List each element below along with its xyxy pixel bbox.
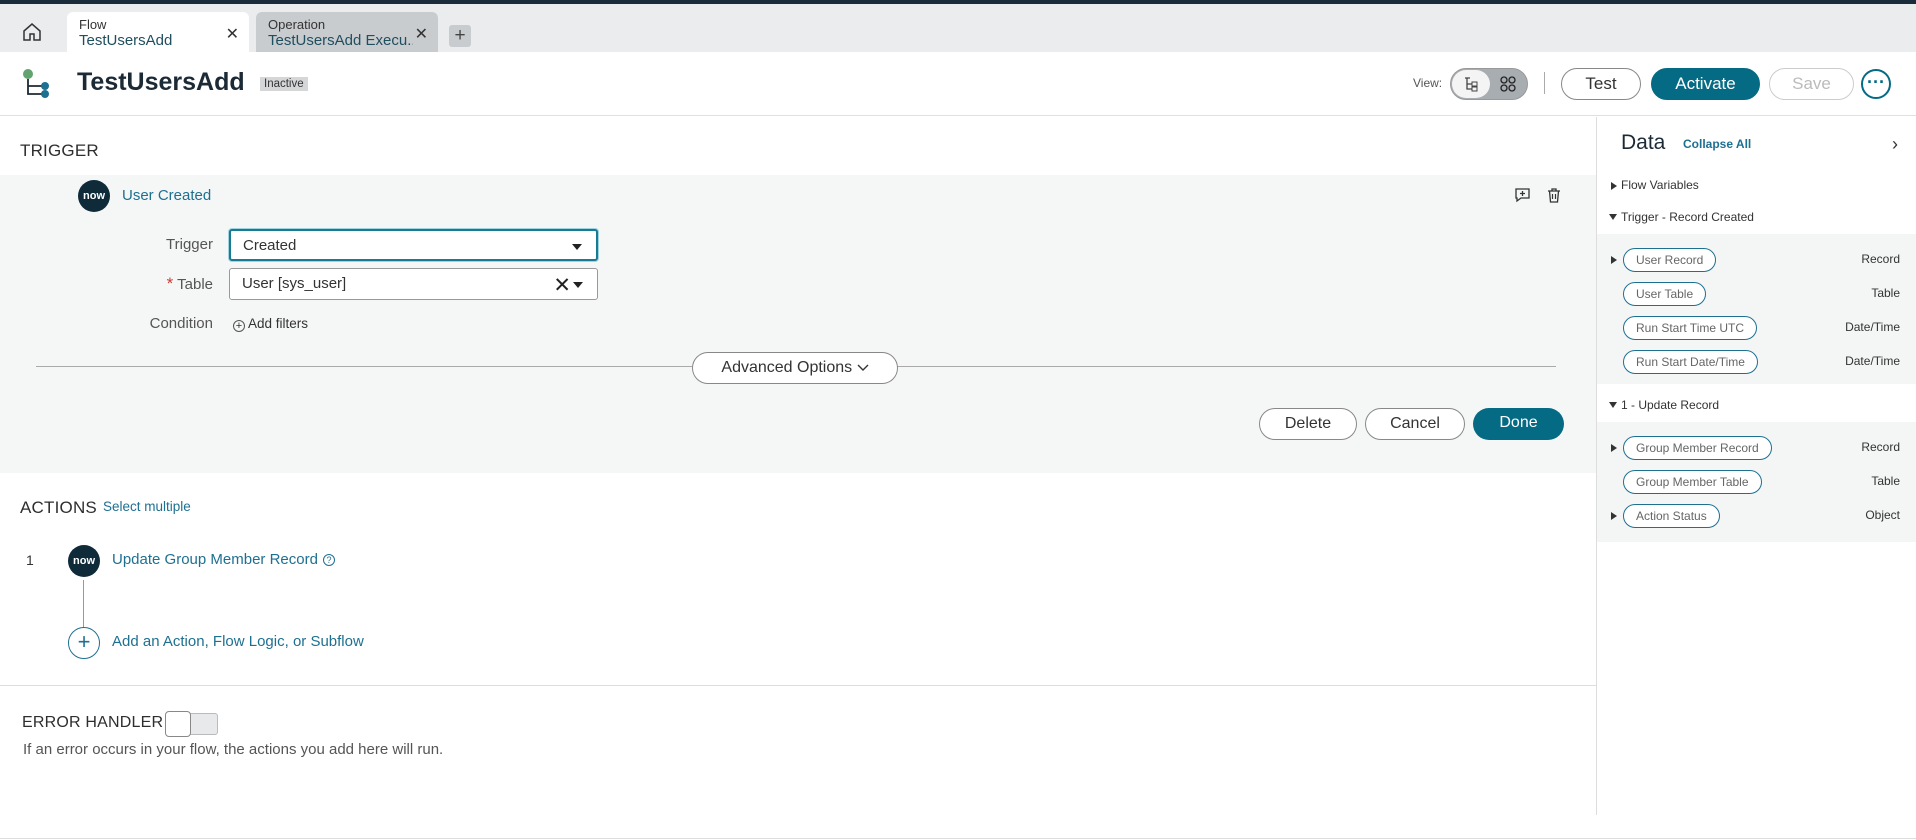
tab-operation[interactable]: Operation TestUsersAdd Execu... ✕ xyxy=(256,12,438,52)
advanced-options-label: Advanced Options xyxy=(721,359,853,376)
data-pill-run-start-datetime[interactable]: Run Start Date/Time xyxy=(1623,350,1758,374)
chevron-right-icon[interactable]: › xyxy=(1892,134,1898,155)
status-badge: Inactive xyxy=(260,77,308,91)
diagram-view-option[interactable] xyxy=(1489,70,1527,98)
data-panel-title: Data xyxy=(1621,131,1666,154)
add-filters-label: Add filters xyxy=(248,316,309,331)
expand-arrow-icon[interactable] xyxy=(1611,444,1617,452)
expand-arrow-icon[interactable] xyxy=(1611,256,1617,264)
plus-icon: + xyxy=(454,25,466,46)
expand-arrow-icon[interactable] xyxy=(1611,512,1617,520)
delete-button[interactable]: Delete xyxy=(1259,408,1357,440)
table-field-label: * Table xyxy=(150,274,213,294)
data-pill-group-member-table[interactable]: Group Member Table xyxy=(1623,470,1762,494)
tab-title: TestUsersAdd Execu... xyxy=(268,32,413,49)
data-type-label: Table xyxy=(1871,474,1900,488)
action-connector-line xyxy=(83,580,84,628)
tab-title: TestUsersAdd xyxy=(79,32,173,49)
toggle-knob xyxy=(165,711,191,737)
table-label-text: Table xyxy=(177,276,213,293)
expand-arrow-icon[interactable] xyxy=(1611,182,1617,190)
data-type-label: Record xyxy=(1861,440,1900,454)
tab-type-label: Flow xyxy=(79,17,107,32)
table-select-value: User [sys_user] xyxy=(242,275,347,292)
new-tab-button[interactable]: + xyxy=(449,25,471,47)
error-handler-title: ERROR HANDLER xyxy=(22,714,164,731)
tab-flow[interactable]: Flow TestUsersAdd ✕ xyxy=(67,12,249,52)
diagram-view-icon xyxy=(1500,76,1516,92)
select-multiple-link[interactable]: Select multiple xyxy=(103,499,191,514)
trigger-select[interactable]: Created xyxy=(229,229,598,261)
data-pill-action-status[interactable]: Action Status xyxy=(1623,504,1720,528)
data-pill-run-start-time-utc[interactable]: Run Start Time UTC xyxy=(1623,316,1758,340)
add-action-link[interactable]: Add an Action, Flow Logic, or Subflow xyxy=(112,633,364,650)
tab-type-label: Operation xyxy=(268,17,326,32)
test-button[interactable]: Test xyxy=(1561,68,1641,100)
view-toggle[interactable] xyxy=(1450,68,1528,100)
home-button[interactable] xyxy=(18,18,46,46)
trigger-data-group[interactable]: Trigger - Record Created xyxy=(1609,210,1754,224)
group-title: 1 - Update Record xyxy=(1621,398,1720,412)
now-logo-icon: now xyxy=(68,545,100,577)
data-type-label: Object xyxy=(1865,508,1900,522)
add-filters-button[interactable]: + Add filters xyxy=(233,316,308,332)
collapse-all-link[interactable]: Collapse All xyxy=(1683,137,1751,151)
save-button[interactable]: Save xyxy=(1769,68,1854,100)
error-handler-toggle[interactable] xyxy=(165,711,218,737)
close-tab-icon[interactable]: ✕ xyxy=(226,24,239,44)
section-divider xyxy=(0,685,1596,686)
add-action-plus-icon[interactable]: + xyxy=(68,627,100,659)
more-icon: ··· xyxy=(1867,72,1885,92)
chevron-down-icon xyxy=(857,364,869,371)
action-name-link[interactable]: Update Group Member Record xyxy=(112,551,318,568)
help-icon[interactable]: ? xyxy=(323,554,335,566)
done-button[interactable]: Done xyxy=(1473,408,1564,440)
chevron-down-icon xyxy=(573,282,583,288)
page-title: TestUsersAdd xyxy=(77,68,245,96)
update-record-group[interactable]: 1 - Update Record xyxy=(1609,398,1719,412)
data-type-label: Date/Time xyxy=(1845,354,1900,368)
now-logo-icon: now xyxy=(78,180,110,212)
flow-icon xyxy=(23,69,49,98)
tab-strip: Flow TestUsersAdd ✕ Operation TestUsersA… xyxy=(0,4,1916,52)
actions-section-title: ACTIONS xyxy=(20,498,97,517)
tree-view-option[interactable] xyxy=(1452,70,1490,98)
home-icon xyxy=(23,23,41,41)
chevron-down-icon xyxy=(572,244,582,250)
more-options-button[interactable]: ··· xyxy=(1861,69,1891,99)
view-label: View: xyxy=(1413,76,1443,90)
flow-header: TestUsersAdd Inactive View: Test Activat… xyxy=(0,52,1916,116)
advanced-options-button[interactable]: Advanced Options xyxy=(692,352,898,384)
data-type-label: Date/Time xyxy=(1845,320,1900,334)
condition-field-label: Condition xyxy=(149,315,213,332)
data-pill-user-table[interactable]: User Table xyxy=(1623,282,1707,306)
add-comment-icon[interactable] xyxy=(1514,187,1531,203)
collapse-arrow-icon xyxy=(1609,214,1617,220)
activate-button[interactable]: Activate xyxy=(1651,68,1760,100)
trigger-field-label: Trigger xyxy=(166,236,213,253)
data-pill-user-record[interactable]: User Record xyxy=(1623,248,1717,272)
trash-icon[interactable] xyxy=(1546,187,1562,204)
error-handler-description: If an error occurs in your flow, the act… xyxy=(23,741,444,758)
plus-circle-icon: + xyxy=(233,320,245,332)
group-title: Trigger - Record Created xyxy=(1621,210,1754,224)
cancel-button[interactable]: Cancel xyxy=(1365,408,1465,440)
clear-icon[interactable]: ✕ xyxy=(553,271,571,301)
bottom-divider xyxy=(0,838,1916,839)
action-number: 1 xyxy=(26,552,34,568)
close-tab-icon[interactable]: ✕ xyxy=(415,24,428,44)
trigger-section-title: TRIGGER xyxy=(20,141,99,160)
tree-view-icon xyxy=(1465,77,1478,92)
data-pill-group-member-record[interactable]: Group Member Record xyxy=(1623,436,1772,460)
trigger-name-link[interactable]: User Created xyxy=(122,187,211,204)
required-mark: * xyxy=(166,274,174,293)
trigger-select-value: Created xyxy=(243,237,297,254)
header-divider xyxy=(1544,72,1545,94)
data-type-label: Table xyxy=(1871,286,1900,300)
flow-variables-group[interactable]: Flow Variables xyxy=(1621,178,1699,192)
data-panel: Data Collapse All › Flow Variables Trigg… xyxy=(1596,117,1916,815)
data-type-label: Record xyxy=(1861,252,1900,266)
collapse-arrow-icon xyxy=(1609,402,1617,408)
table-select[interactable]: User [sys_user] ✕ xyxy=(229,268,598,300)
